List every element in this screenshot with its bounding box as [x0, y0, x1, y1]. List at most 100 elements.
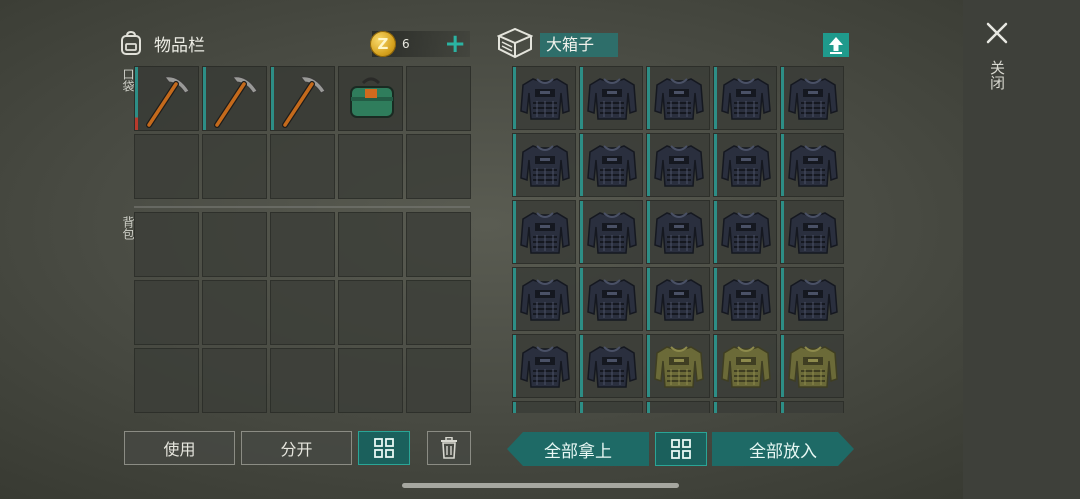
sort-up-button[interactable] — [823, 33, 849, 57]
discard-button[interactable] — [427, 431, 471, 465]
tactical-armor-icon — [788, 78, 838, 120]
container-slot[interactable] — [780, 334, 844, 398]
backpack-slot[interactable] — [134, 280, 199, 345]
pocket-slot-pickaxe[interactable] — [202, 66, 267, 131]
container-slot[interactable] — [713, 200, 777, 264]
trash-icon — [441, 437, 457, 459]
container-slot[interactable] — [579, 66, 643, 130]
container-slot[interactable] — [579, 334, 643, 398]
backpack-slot[interactable] — [134, 348, 199, 413]
tactical-armor-icon — [788, 145, 838, 187]
backpack-slot[interactable] — [202, 348, 267, 413]
pocket-slot-empty[interactable] — [270, 134, 335, 199]
slot-accent — [647, 402, 650, 413]
container-slot[interactable] — [512, 200, 576, 264]
backpack-slot[interactable] — [338, 348, 403, 413]
tactical-armor-icon — [587, 78, 637, 120]
close-label: 关闭 — [988, 60, 1006, 90]
container-slot[interactable] — [579, 267, 643, 331]
container-slot[interactable] — [579, 133, 643, 197]
tactical-armor-icon — [721, 78, 771, 120]
backpack-slot[interactable] — [270, 212, 335, 277]
backpack-slot[interactable] — [202, 280, 267, 345]
pocket-slot-empty[interactable] — [202, 134, 267, 199]
tactical-armor-icon — [654, 78, 704, 120]
backpack-slot[interactable] — [134, 212, 199, 277]
tactical-armor-icon — [788, 279, 838, 321]
container-slot[interactable] — [512, 401, 576, 413]
pocket-slot-toolkit[interactable] — [338, 66, 403, 131]
container-sort-button[interactable] — [655, 432, 707, 466]
backpack-slot[interactable] — [338, 212, 403, 277]
pocket-slot-empty[interactable] — [406, 66, 471, 131]
pocket-grid — [134, 66, 471, 199]
pocket-label: 口袋 — [121, 68, 135, 92]
section-divider — [134, 206, 470, 208]
container-slot[interactable] — [713, 401, 777, 413]
backpack-slot[interactable] — [270, 348, 335, 413]
tactical-armor-icon — [520, 145, 570, 187]
side-panel — [963, 0, 1080, 499]
container-slot[interactable] — [780, 267, 844, 331]
inventory-sort-button[interactable] — [358, 431, 410, 465]
backpack-slot[interactable] — [338, 280, 403, 345]
slot-accent — [580, 201, 583, 263]
camo-armor-icon — [654, 346, 704, 388]
put-all-button[interactable]: 全部放入 — [712, 432, 854, 466]
use-button[interactable]: 使用 — [124, 431, 235, 465]
container-slot[interactable] — [780, 200, 844, 264]
container-grid — [512, 66, 850, 413]
container-slot[interactable] — [646, 200, 710, 264]
container-slot[interactable] — [713, 267, 777, 331]
slot-accent — [647, 268, 650, 330]
tactical-armor-icon — [587, 346, 637, 388]
container-slot[interactable] — [646, 334, 710, 398]
split-button[interactable]: 分开 — [241, 431, 352, 465]
container-slot[interactable] — [579, 200, 643, 264]
pocket-slot-pickaxe[interactable] — [134, 66, 199, 131]
container-scroll-area[interactable] — [512, 66, 850, 413]
currency-display: Z 6 + — [370, 31, 470, 57]
pocket-slot-empty[interactable] — [134, 134, 199, 199]
container-slot[interactable] — [579, 401, 643, 413]
tactical-armor-icon — [721, 145, 771, 187]
backpack-slot[interactable] — [406, 348, 471, 413]
container-slot[interactable] — [713, 334, 777, 398]
close-button[interactable] — [984, 20, 1010, 46]
camo-armor-icon — [721, 346, 771, 388]
container-slot[interactable] — [512, 133, 576, 197]
home-indicator[interactable] — [402, 483, 679, 488]
container-slot[interactable] — [646, 133, 710, 197]
add-coins-button[interactable]: + — [444, 31, 466, 57]
take-all-button[interactable]: 全部拿上 — [507, 432, 649, 466]
slot-accent — [580, 335, 583, 397]
pocket-slot-empty[interactable] — [406, 134, 471, 199]
slot-accent — [647, 201, 650, 263]
container-slot[interactable] — [713, 66, 777, 130]
pocket-slot-empty[interactable] — [338, 134, 403, 199]
container-slot[interactable] — [780, 401, 844, 413]
container-slot[interactable] — [512, 334, 576, 398]
close-icon — [986, 22, 1008, 44]
slot-accent — [580, 134, 583, 196]
container-slot[interactable] — [780, 133, 844, 197]
backpack-slot[interactable] — [406, 212, 471, 277]
slot-accent — [513, 335, 516, 397]
container-slot[interactable] — [646, 66, 710, 130]
camo-armor-icon — [781, 402, 845, 413]
container-slot[interactable] — [512, 267, 576, 331]
pocket-slot-pickaxe[interactable] — [270, 66, 335, 131]
slot-accent — [580, 268, 583, 330]
container-slot[interactable] — [713, 133, 777, 197]
container-slot[interactable] — [780, 66, 844, 130]
container-slot[interactable] — [646, 267, 710, 331]
container-box-icon — [497, 27, 533, 59]
container-slot[interactable] — [512, 66, 576, 130]
grid-sort-icon — [374, 438, 394, 458]
backpack-slot[interactable] — [406, 280, 471, 345]
tactical-armor-icon — [721, 212, 771, 254]
backpack-slot[interactable] — [270, 280, 335, 345]
container-slot[interactable] — [646, 401, 710, 413]
camo-armor-icon — [647, 402, 711, 413]
backpack-slot[interactable] — [202, 212, 267, 277]
